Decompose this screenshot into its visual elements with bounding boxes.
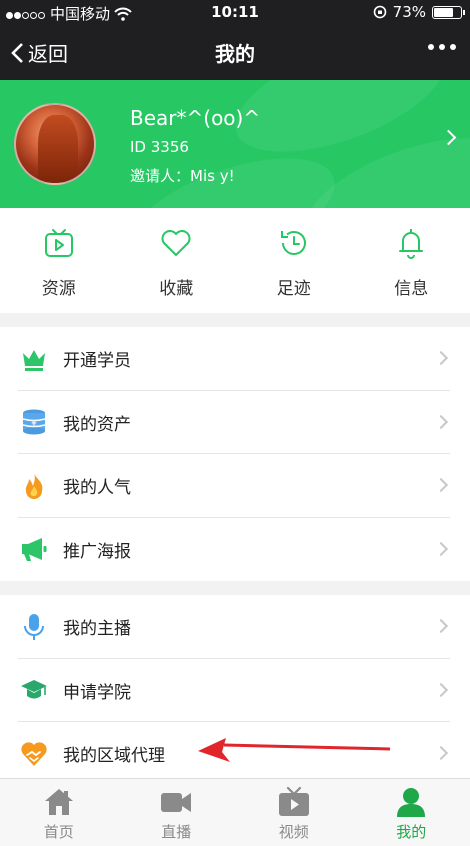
quick-action-label: 足迹 — [276, 279, 311, 299]
menu-item-my-anchor[interactable]: 我的主播 — [0, 595, 470, 659]
tab-label: 直播 — [161, 823, 192, 841]
tv-play-icon — [278, 786, 309, 816]
coin-stack-icon: ¥ — [20, 408, 48, 436]
chevron-right-icon — [433, 618, 449, 634]
rotation-lock-icon — [373, 5, 386, 19]
menu-item-open-membership[interactable]: 开通学员 — [0, 327, 470, 391]
more-button[interactable] — [428, 44, 456, 50]
quick-action-messages[interactable]: 信息 — [353, 208, 470, 313]
handshake-icon — [20, 740, 48, 768]
menu-item-label: 我的主播 — [63, 619, 131, 640]
annotation-arrow — [198, 738, 390, 762]
menu-item-my-popularity[interactable]: 我的人气 — [0, 454, 470, 518]
status-bar: 中国移动 10:11 73% — [0, 0, 470, 24]
chevron-right-icon — [433, 745, 449, 761]
battery-level — [434, 7, 453, 17]
profile-inviter: 邀请人：Mis y! — [130, 167, 235, 185]
quick-action-label: 资源 — [41, 279, 76, 299]
tab-home[interactable]: 首页 — [0, 779, 118, 846]
heart-icon — [161, 230, 191, 256]
menu-item-label: 我的区域代理 — [63, 746, 165, 767]
menu-item-label: 我的人气 — [63, 478, 131, 499]
battery-percent: 73% — [392, 3, 426, 21]
video-camera-icon — [161, 793, 192, 812]
quick-action-label: 信息 — [394, 279, 429, 299]
microphone-icon — [20, 613, 48, 641]
quick-action-favorites[interactable]: 收藏 — [118, 208, 236, 313]
menu-item-label: 推广海报 — [63, 541, 131, 562]
chevron-right-icon — [433, 350, 449, 366]
tab-label: 我的 — [396, 823, 427, 841]
avatar — [14, 103, 96, 185]
quick-actions: 资源 收藏 足迹 信息 — [0, 208, 470, 313]
page-title: 我的 — [215, 42, 255, 66]
tab-live[interactable]: 直播 — [118, 779, 236, 846]
profile-header[interactable]: Bear*^(oo)^ ID 3356 邀请人：Mis y! — [0, 80, 470, 208]
tab-bar: 首页 直播 视频 我的 — [0, 778, 470, 846]
svg-text:¥: ¥ — [31, 419, 37, 429]
quick-action-history[interactable]: 足迹 — [235, 208, 353, 313]
crown-icon — [20, 345, 48, 373]
chevron-right-icon — [433, 477, 449, 493]
tab-label: 视频 — [278, 823, 309, 841]
person-icon — [397, 788, 426, 817]
chevron-right-icon — [433, 682, 449, 697]
menu-item-label: 开通学员 — [63, 351, 131, 372]
chevron-right-icon — [433, 414, 449, 429]
menu-item-my-assets[interactable]: ¥ 我的资产 — [0, 391, 470, 454]
menu-item-promo-poster[interactable]: 推广海报 — [0, 518, 470, 582]
menu-item-label: 申请学院 — [63, 682, 131, 703]
profile-id: ID 3356 — [130, 138, 189, 156]
history-icon — [280, 231, 306, 255]
profile-name: Bear*^(oo)^ — [130, 106, 261, 130]
chevron-right-icon — [433, 541, 449, 556]
home-icon — [44, 789, 73, 815]
megaphone-icon — [20, 535, 48, 563]
quick-action-resources[interactable]: 资源 — [0, 208, 118, 313]
tab-mine[interactable]: 我的 — [353, 779, 470, 846]
bell-icon — [399, 229, 424, 259]
menu-group-1: 开通学员 ¥ 我的资产 我的人气 推广海报 — [0, 327, 470, 581]
quick-action-label: 收藏 — [159, 279, 194, 299]
menu-item-apply-academy[interactable]: 申请学院 — [0, 659, 470, 722]
tab-video[interactable]: 视频 — [235, 779, 353, 846]
menu-item-label: 我的资产 — [63, 414, 131, 435]
tab-label: 首页 — [43, 823, 74, 841]
battery-icon — [432, 5, 465, 19]
flame-icon — [20, 472, 48, 500]
graduation-cap-icon — [20, 676, 48, 704]
status-right: 73% — [373, 3, 465, 21]
nav-bar: 返回 我的 — [0, 24, 470, 80]
tv-icon — [44, 229, 73, 257]
